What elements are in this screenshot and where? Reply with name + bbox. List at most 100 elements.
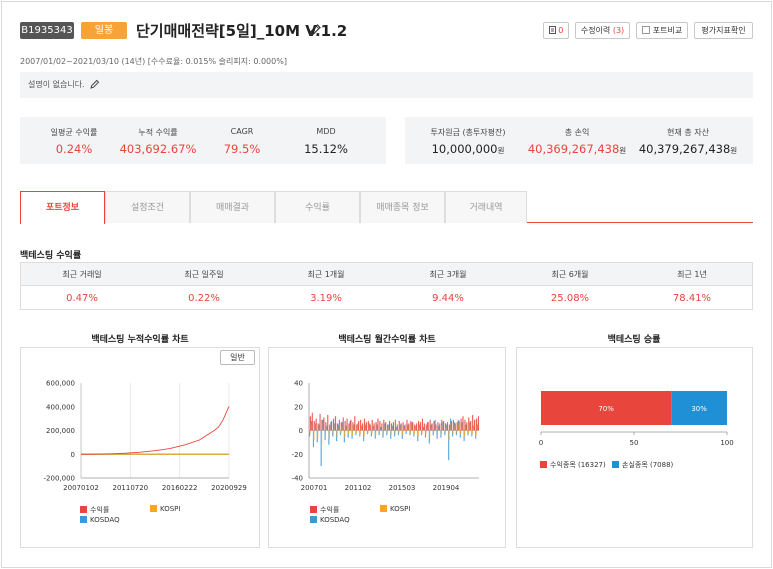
bar-0 [325, 422, 327, 431]
bar-1 [463, 430, 466, 437]
x-tick-label: 20200929 [211, 484, 247, 492]
timeframe-badge: 일봉 [81, 22, 127, 39]
returns-header-cell: 최근 일주일 [184, 270, 224, 279]
bar-0 [448, 424, 451, 431]
bar-0 [354, 416, 356, 431]
bar-0 [404, 424, 406, 431]
bar-0 [429, 419, 431, 431]
compare-button[interactable]: 포트비교 [636, 22, 688, 39]
bar-1 [359, 430, 361, 435]
bar-1 [429, 430, 431, 438]
bar-0 [400, 423, 402, 431]
bar-0 [417, 421, 420, 431]
bar-1 [355, 430, 357, 433]
edit-pencil-icon[interactable] [308, 23, 322, 37]
bar-0 [446, 422, 449, 431]
bar-0 [350, 419, 352, 431]
bar-0 [394, 419, 396, 431]
bar-0 [410, 421, 412, 431]
y-tick-label: 0 [299, 427, 303, 435]
compare-label: 포트비교 [652, 26, 683, 35]
bar-1 [413, 430, 415, 435]
bar-0 [396, 424, 398, 431]
bar-0 [363, 418, 366, 431]
returns-value-cell: 3.19% [310, 293, 342, 304]
tab-trade-results[interactable]: 매매결과 [190, 191, 275, 223]
tab-stock-info[interactable]: 매매종목 정보 [360, 191, 445, 223]
bar-1 [433, 430, 435, 433]
returns-value-cell: 0.47% [66, 293, 98, 304]
tab-settings[interactable]: 설정조건 [105, 191, 190, 223]
y-tick-label: 20 [294, 403, 303, 411]
x-tick-label: 20160222 [162, 484, 198, 492]
document-icon [548, 26, 556, 34]
bar-0 [348, 423, 350, 431]
returns-value-cell: 78.41% [672, 293, 712, 304]
backtest-period: 2007/01/02~2021/03/10 (14년) [수수료율: 0.015… [20, 57, 287, 66]
compare-checkbox[interactable] [641, 26, 650, 34]
bar-0 [334, 416, 337, 431]
asset-stats-box: 투자원금 (총투자평잔) 10,000,000원 총 손익 40,369,267… [405, 117, 753, 164]
bar-0 [470, 421, 472, 431]
bar-1 [456, 430, 458, 433]
legend-item-profit: 수익종목 (16327) [540, 460, 606, 470]
bar-0 [439, 423, 441, 431]
tab-trade-history[interactable]: 거래내역 [445, 191, 527, 223]
x-tick-label: 0 [539, 439, 543, 447]
bar-0 [385, 422, 387, 431]
scale-toggle-button[interactable]: 일반 [220, 350, 255, 365]
cumulative-chart-title: 백테스팅 누적수익률 차트 [91, 335, 189, 345]
bar-0 [383, 419, 385, 431]
x-tick-label: 20070102 [63, 484, 99, 492]
bar-0 [452, 419, 454, 431]
tab-portfolio-info[interactable]: 포트정보 [20, 191, 105, 224]
bar-1 [452, 430, 454, 435]
bar-1 [440, 430, 442, 435]
returns-value-cell: 0.22% [188, 293, 220, 304]
stat-label-total-asset: 현재 총 자산 [667, 128, 709, 137]
returns-header-cell: 최근 1년 [677, 270, 707, 279]
performance-stats-box: 일평균 수익률 0.24% 누적 수익률 403,692.67% CAGR 79… [20, 117, 386, 164]
legend-item-return: 수익률 [80, 505, 109, 515]
copy-count-button[interactable]: 0 [543, 22, 569, 39]
eval-metrics-button[interactable]: 평가지표확인 [694, 22, 753, 39]
bar-0 [331, 421, 333, 431]
legend-item-loss: 손실종목 (7088) [612, 460, 673, 470]
bar-1 [398, 430, 400, 433]
stat-value-total-asset: 40,379,267,438원 [638, 142, 738, 156]
history-count: (3) [612, 26, 625, 35]
bar-0 [433, 421, 435, 431]
bar-0 [323, 417, 325, 431]
bar-1 [317, 430, 319, 438]
series-line-0 [80, 406, 230, 455]
bar-0 [468, 417, 470, 431]
bar-0 [387, 424, 389, 431]
monthly-return-chart: 40 20 0 -20 -40200701 201102 201503 201904 [292, 380, 480, 492]
bar-1 [371, 430, 373, 435]
bar-label-profit: 70% [598, 405, 614, 413]
history-button[interactable]: 수정이력 (3) [575, 22, 630, 39]
bar-1 [409, 430, 412, 433]
backtest-returns-title: 백테스팅 수익률 [20, 251, 82, 261]
edit-description-icon[interactable] [90, 79, 100, 89]
bar-0 [315, 418, 317, 431]
stat-label-principal: 투자원금 (총투자평잔) [430, 128, 506, 137]
bar-0 [319, 413, 321, 431]
bar-0 [454, 423, 456, 431]
bar-1 [460, 430, 462, 435]
history-label: 수정이력 [580, 26, 611, 35]
bar-0 [371, 419, 373, 431]
bar-1 [375, 430, 377, 436]
bar-0 [361, 423, 364, 431]
bar-0 [390, 423, 393, 431]
stat-value-total-pnl: 40,369,267,438원 [527, 142, 627, 156]
bar-0 [416, 423, 418, 431]
bar-0 [402, 422, 404, 431]
bar-0 [475, 418, 478, 431]
bar-0 [352, 422, 354, 431]
y-tick-label: 600,000 [46, 380, 75, 388]
tab-returns[interactable]: 수익률 [275, 191, 360, 223]
bar-0 [466, 422, 468, 431]
bar-1 [471, 430, 473, 435]
bar-1 [351, 430, 354, 436]
